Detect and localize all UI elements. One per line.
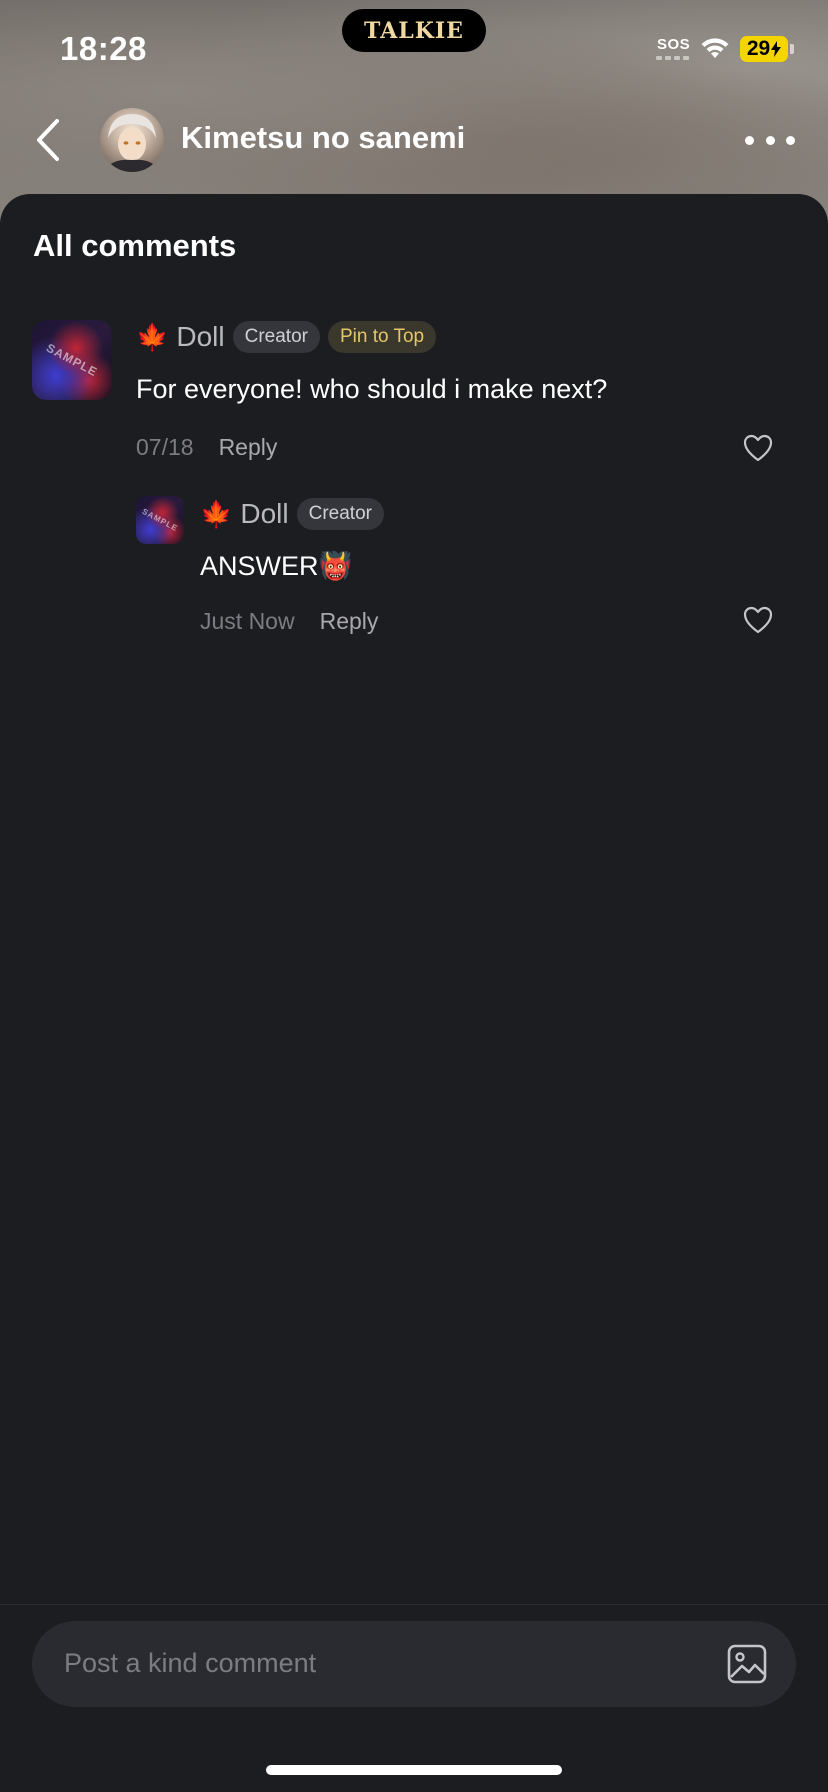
avatar[interactable]: SAMPLE bbox=[32, 320, 112, 400]
signal-dots-icon bbox=[656, 56, 689, 60]
dot-icon bbox=[745, 135, 754, 145]
status-bar: 18:28 TALKIE SOS 29 bbox=[0, 0, 828, 100]
reply-meta: Just Now Reply bbox=[200, 608, 378, 635]
comments-sheet: All comments SAMPLE 🍁 Doll Creator Pin t… bbox=[0, 194, 828, 1792]
comment-author[interactable]: Doll bbox=[176, 321, 224, 353]
reply-button[interactable]: Reply bbox=[320, 608, 379, 635]
status-time: 18:28 bbox=[60, 30, 147, 67]
more-options-button[interactable] bbox=[745, 122, 795, 158]
comment-input[interactable]: Post a kind comment bbox=[32, 1621, 796, 1707]
comment-input-placeholder: Post a kind comment bbox=[64, 1648, 317, 1678]
dot-icon bbox=[765, 135, 775, 145]
like-heart-icon[interactable] bbox=[743, 434, 773, 462]
comment-date: 07/18 bbox=[136, 434, 194, 460]
dynamic-island: TALKIE bbox=[342, 9, 486, 52]
battery-indicator: 29 bbox=[740, 36, 788, 62]
section-title: All comments bbox=[33, 228, 237, 263]
talkie-logo: TALKIE bbox=[364, 17, 464, 44]
pin-to-top-badge: Pin to Top bbox=[327, 321, 437, 353]
reply-date: Just Now bbox=[200, 608, 295, 634]
back-button[interactable] bbox=[28, 115, 68, 165]
reply-author[interactable]: Doll bbox=[240, 498, 288, 530]
composer-divider bbox=[0, 1604, 828, 1605]
comment-meta: 07/18 Reply bbox=[136, 434, 277, 461]
page-title: Kimetsu no sanemi bbox=[181, 120, 466, 155]
home-indicator bbox=[266, 1765, 562, 1775]
comment-author-row: 🍁 Doll Creator Pin to Top bbox=[136, 319, 437, 355]
image-attach-icon[interactable] bbox=[727, 1644, 767, 1684]
avatar[interactable]: SAMPLE bbox=[136, 496, 184, 544]
sos-indicator: SOS bbox=[657, 36, 691, 53]
creator-badge: Creator bbox=[232, 321, 320, 353]
battery-level: 29 bbox=[746, 37, 771, 60]
wifi-icon bbox=[701, 38, 729, 58]
dot-icon bbox=[786, 135, 795, 145]
character-avatar[interactable] bbox=[100, 108, 164, 172]
nav-header: Kimetsu no sanemi bbox=[0, 100, 828, 190]
comment-text: For everyone! who should i make next? bbox=[136, 374, 608, 404]
avatar-watermark: SAMPLE bbox=[140, 506, 180, 534]
maple-leaf-icon: 🍁 bbox=[200, 499, 233, 529]
reply-text: ANSWER👹 bbox=[200, 551, 353, 581]
maple-leaf-icon: 🍁 bbox=[136, 322, 169, 352]
chevron-left-icon bbox=[37, 119, 59, 161]
battery-cap bbox=[790, 44, 794, 54]
like-heart-icon[interactable] bbox=[743, 606, 773, 634]
charging-bolt-icon bbox=[771, 41, 782, 57]
character-portrait-icon bbox=[106, 114, 158, 172]
reply-button[interactable]: Reply bbox=[219, 434, 278, 461]
avatar-watermark: SAMPLE bbox=[43, 340, 101, 380]
reply-author-row: 🍁 Doll Creator bbox=[200, 496, 384, 532]
creator-badge: Creator bbox=[296, 498, 384, 530]
